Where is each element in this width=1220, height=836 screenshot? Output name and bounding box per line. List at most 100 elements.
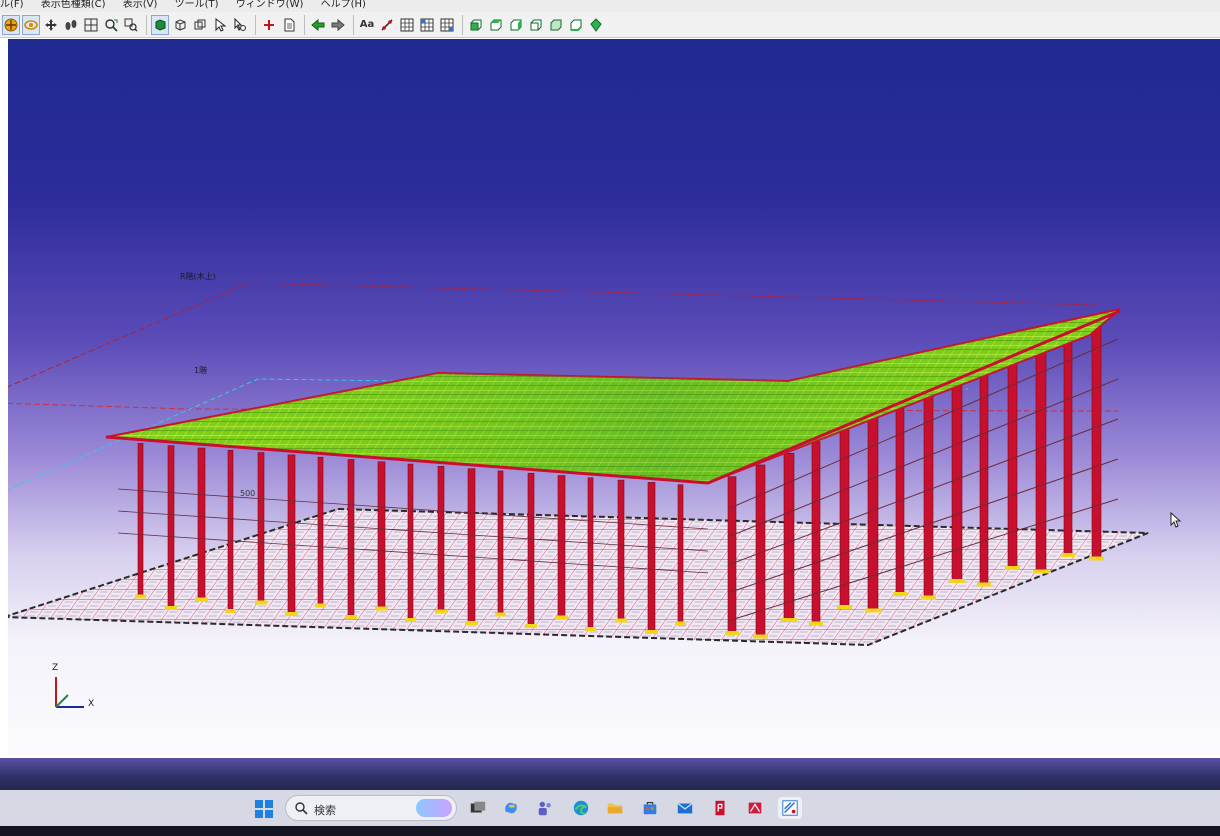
text-icon: Aa (359, 19, 375, 30)
axis-label-x: X (88, 699, 95, 709)
structural-column (497, 470, 504, 615)
structural-column (287, 454, 296, 615)
back-button[interactable] (309, 15, 327, 35)
grid-button[interactable] (82, 15, 100, 35)
menu-tools[interactable]: ツール(T) (175, 0, 219, 10)
app-icon-2[interactable] (743, 797, 767, 819)
table1-icon (400, 18, 414, 31)
view-top-button[interactable] (547, 15, 565, 35)
menu-file[interactable]: ル(F) (0, 0, 24, 10)
structural-column (197, 447, 206, 600)
move-button[interactable] (42, 15, 60, 35)
3d-viewport[interactable]: R階(木上) 1階 500 Z X (8, 39, 1220, 755)
structural-column (647, 482, 656, 633)
taskbar-search-box[interactable]: 検索 (285, 795, 457, 821)
task-view-icon[interactable] (466, 797, 490, 819)
menu-view[interactable]: 表示(V) (123, 0, 158, 10)
column-base-plate (465, 621, 478, 625)
mouse-cursor-icon (1170, 512, 1182, 528)
view-front-icon (470, 19, 482, 30)
wire-view-button[interactable] (171, 15, 189, 35)
select-button[interactable] (211, 15, 229, 35)
search-icon (295, 802, 308, 815)
column-base-plate (435, 609, 447, 614)
search-highlight-icon (416, 799, 452, 817)
column-base-plate (1089, 556, 1104, 561)
structural-column (137, 443, 144, 597)
pan-button[interactable] (2, 14, 20, 35)
structural-column (1091, 324, 1102, 559)
view-bottom-icon (570, 19, 582, 31)
forward-button[interactable] (329, 15, 347, 35)
structural-model (8, 282, 1149, 708)
view-left-button[interactable] (507, 15, 525, 35)
column-base-plate (135, 594, 146, 599)
app-icon-1[interactable] (708, 797, 732, 819)
column-base-plate (195, 597, 208, 602)
toolbar-separator (255, 14, 256, 35)
wire-view-icon (175, 18, 186, 31)
structural-app-icon[interactable] (778, 797, 802, 819)
solid-view-button[interactable] (151, 14, 169, 35)
mail-icon[interactable] (673, 797, 697, 819)
structural-column (951, 382, 963, 582)
hidden-line-button[interactable] (191, 15, 209, 35)
rotate-button[interactable] (22, 14, 40, 35)
view-back-icon (490, 19, 502, 30)
structural-column (727, 476, 737, 634)
zoom-select-icon (234, 17, 246, 31)
column-base-plate (315, 603, 326, 608)
menu-window[interactable]: ウィンドウ(W) (236, 0, 304, 10)
structural-column (167, 445, 175, 609)
structural-column (227, 450, 234, 612)
structural-column (467, 468, 476, 624)
structural-column (587, 477, 594, 630)
menu-bar: ル(F) 表示色種類(C) 表示(V) ツール(T) ウィンドウ(W) ヘルプ(… (0, 0, 1220, 12)
hidden-line-icon (194, 19, 206, 29)
column-base-plate (837, 605, 852, 609)
page-button[interactable] (280, 15, 298, 35)
file-explorer-icon[interactable] (603, 797, 627, 819)
table3-button[interactable] (438, 15, 456, 35)
add-icon (264, 19, 274, 30)
view-top-icon (550, 19, 562, 30)
view-iso-button[interactable] (587, 15, 605, 35)
structural-column (783, 452, 795, 621)
column-base-plate (675, 621, 686, 626)
table2-button[interactable] (418, 15, 436, 35)
text-button[interactable]: Aa (358, 15, 376, 35)
structural-column (377, 461, 386, 609)
column-base-plate (255, 600, 267, 605)
column-base-plate (345, 615, 357, 619)
view-bottom-button[interactable] (567, 15, 585, 35)
view-back-button[interactable] (487, 15, 505, 35)
table1-button[interactable] (398, 15, 416, 35)
measure-button[interactable] (378, 15, 396, 35)
view-front-button[interactable] (467, 15, 485, 35)
walk-button[interactable] (62, 15, 80, 35)
teams-icon[interactable] (533, 797, 557, 819)
column-base-plate (893, 592, 907, 596)
column-base-plate (865, 608, 881, 613)
copilot-icon[interactable] (499, 797, 523, 819)
back-arrow-icon (311, 18, 325, 31)
column-base-plate (809, 621, 823, 626)
zoom-button[interactable] (122, 15, 140, 35)
menu-help[interactable]: ヘルプ(H) (321, 0, 366, 10)
view-right-button[interactable] (527, 15, 545, 35)
add-button[interactable] (260, 15, 278, 35)
column-base-plate (285, 612, 298, 616)
column-base-plate (1005, 566, 1020, 570)
structural-column (437, 466, 445, 612)
column-base-plate (525, 624, 537, 628)
column-base-plate (1061, 553, 1075, 557)
edge-icon[interactable] (569, 797, 593, 819)
menu-display-color[interactable]: 表示色種類(C) (41, 0, 106, 10)
monitor-bezel (0, 826, 1220, 836)
zoom-window-button[interactable] (102, 15, 120, 35)
store-icon[interactable] (638, 797, 662, 819)
windows-start-icon[interactable] (254, 799, 274, 819)
view-left-icon (510, 19, 522, 30)
zoom-select-button[interactable] (231, 15, 249, 35)
structural-column (347, 459, 355, 618)
